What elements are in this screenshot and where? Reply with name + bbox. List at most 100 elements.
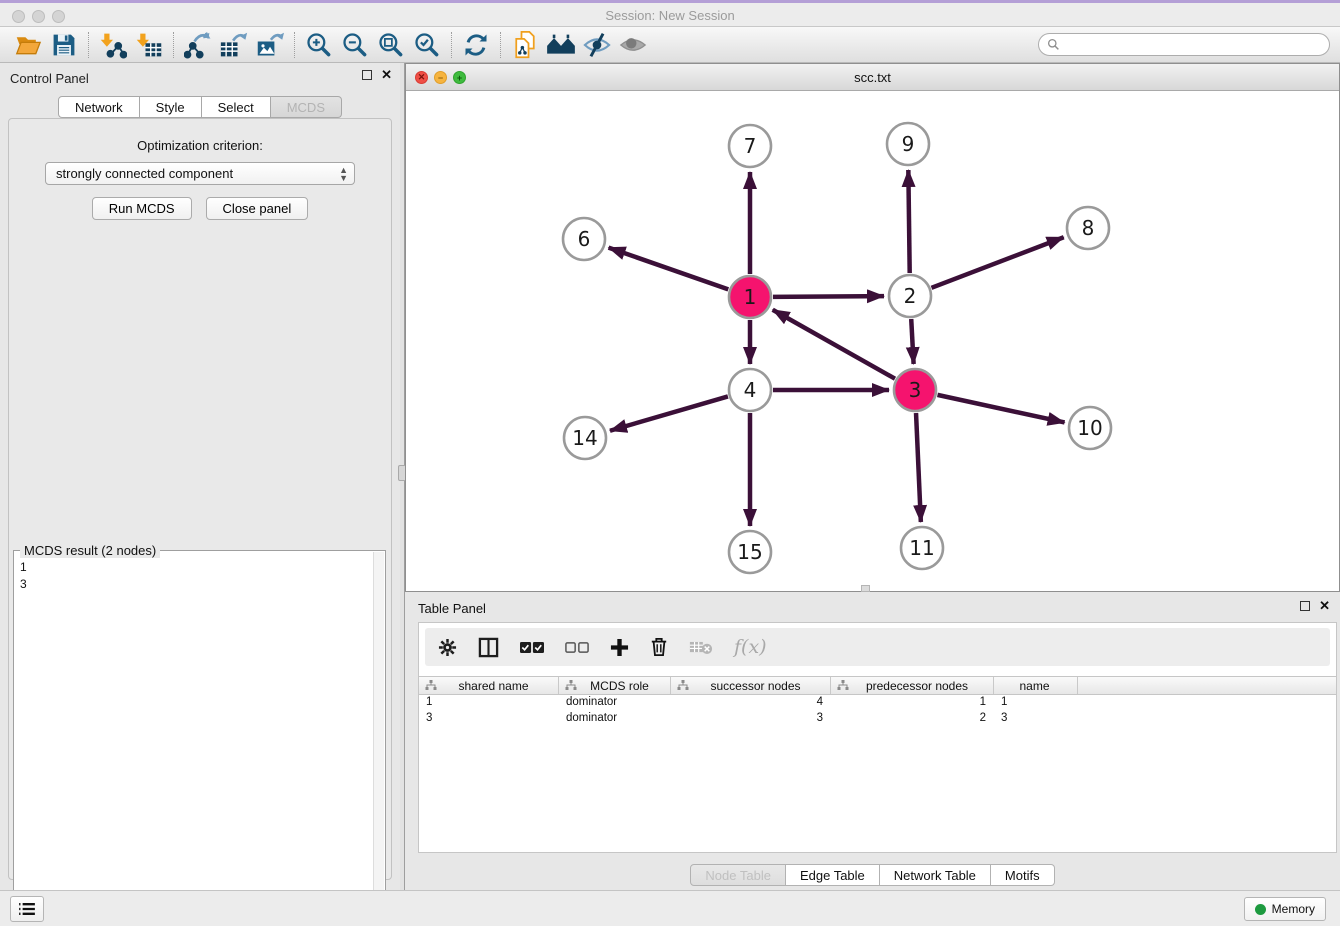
import-network-icon[interactable]: [95, 30, 131, 60]
float-panel-icon[interactable]: [362, 70, 372, 80]
hide-graphics-details-icon[interactable]: [579, 30, 615, 60]
table-options-icon[interactable]: [438, 638, 457, 657]
zoom-fit-icon[interactable]: [373, 30, 409, 60]
table-cell[interactable]: 1: [419, 695, 559, 711]
search-input[interactable]: [1064, 38, 1314, 52]
column-header-shared-name[interactable]: shared name: [419, 677, 559, 694]
network-view-window: ✕ − + scc.txt 7 9 6 8 1 2 4 3 14 10 15 11: [405, 63, 1340, 592]
status-bar: Memory: [0, 890, 1340, 926]
home-view-icon[interactable]: [543, 30, 579, 60]
graph-node-9[interactable]: 9: [887, 123, 929, 165]
table-cell[interactable]: 1: [994, 695, 1078, 711]
memory-button[interactable]: Memory: [1244, 897, 1326, 921]
graph-node-14[interactable]: 14: [564, 417, 606, 459]
tab-motifs[interactable]: Motifs: [991, 864, 1055, 886]
select-all-icon[interactable]: [520, 641, 544, 654]
criterion-dropdown[interactable]: strongly connected component ▲▼: [45, 162, 355, 185]
edge-1-2[interactable]: [773, 296, 884, 297]
window-titlebar: Session: New Session: [0, 0, 1340, 27]
search-icon: [1047, 38, 1060, 51]
edge-2-8[interactable]: [931, 237, 1063, 288]
export-image-icon[interactable]: [252, 30, 288, 60]
tab-network[interactable]: Network: [58, 96, 140, 118]
table-cell[interactable]: 3: [994, 711, 1078, 727]
graph-node-11[interactable]: 11: [901, 527, 943, 569]
graph-node-1[interactable]: 1: [729, 276, 771, 318]
svg-text:1: 1: [744, 285, 757, 309]
table-panel: Table Panel ✕: [405, 595, 1340, 890]
table-cell[interactable]: dominator: [559, 711, 671, 727]
search-box[interactable]: [1038, 33, 1330, 56]
clone-network-icon[interactable]: [507, 30, 543, 60]
result-scrollbar[interactable]: [373, 552, 384, 926]
show-graphics-details-icon[interactable]: [615, 30, 651, 60]
deselect-all-icon[interactable]: [565, 641, 589, 654]
network-window-title: scc.txt: [406, 70, 1339, 85]
graph-node-15[interactable]: 15: [729, 531, 771, 573]
edge-2-3[interactable]: [911, 319, 913, 364]
add-column-icon[interactable]: [610, 638, 629, 657]
edge-3-11[interactable]: [916, 413, 921, 522]
column-tree-icon: [425, 680, 437, 691]
network-window-titlebar[interactable]: ✕ − + scc.txt: [406, 64, 1339, 91]
zoom-in-icon[interactable]: [301, 30, 337, 60]
memory-status-icon: [1255, 904, 1266, 915]
import-table-icon[interactable]: [131, 30, 167, 60]
open-session-icon[interactable]: [10, 30, 46, 60]
svg-text:6: 6: [578, 227, 591, 251]
table-cell[interactable]: 1: [831, 695, 994, 711]
graph-node-6[interactable]: 6: [563, 218, 605, 260]
tab-network-table[interactable]: Network Table: [880, 864, 991, 886]
zoom-selected-icon[interactable]: [409, 30, 445, 60]
graph-node-2[interactable]: 2: [889, 275, 931, 317]
close-panel-icon[interactable]: ✕: [1319, 601, 1330, 611]
edge-3-10[interactable]: [937, 395, 1064, 423]
graph-node-8[interactable]: 8: [1067, 207, 1109, 249]
canvas-resize-grip[interactable]: [861, 585, 870, 592]
mcds-result-text[interactable]: 1 3: [14, 555, 373, 926]
run-mcds-button[interactable]: Run MCDS: [92, 197, 192, 220]
close-panel-icon[interactable]: ✕: [381, 70, 392, 80]
tab-select[interactable]: Select: [202, 96, 271, 118]
edge-3-1[interactable]: [773, 310, 895, 379]
column-header-MCDS-role[interactable]: MCDS role: [559, 677, 671, 694]
export-table-icon[interactable]: [216, 30, 252, 60]
tab-mcds[interactable]: MCDS: [271, 96, 342, 118]
refresh-view-icon[interactable]: [458, 30, 494, 60]
column-header-predecessor-nodes[interactable]: predecessor nodes: [831, 677, 994, 694]
table-row[interactable]: 3dominator323: [419, 711, 1336, 727]
table-cell[interactable]: 3: [671, 711, 831, 727]
table-cell[interactable]: dominator: [559, 695, 671, 711]
function-builder-icon[interactable]: f(x): [734, 636, 767, 658]
close-panel-button[interactable]: Close panel: [206, 197, 309, 220]
tab-style[interactable]: Style: [140, 96, 202, 118]
edge-1-6[interactable]: [609, 248, 729, 290]
task-history-button[interactable]: [10, 896, 44, 922]
table-row[interactable]: 1dominator411: [419, 695, 1336, 711]
float-panel-icon[interactable]: [1300, 601, 1310, 611]
save-session-icon[interactable]: [46, 30, 82, 60]
table-cell[interactable]: 4: [671, 695, 831, 711]
export-network-icon[interactable]: [180, 30, 216, 60]
zoom-out-icon[interactable]: [337, 30, 373, 60]
tab-node-table[interactable]: Node Table: [690, 864, 786, 886]
graph-node-7[interactable]: 7: [729, 125, 771, 167]
svg-text:7: 7: [744, 134, 757, 158]
graph-node-3[interactable]: 3: [894, 369, 936, 411]
delete-table-icon[interactable]: [689, 640, 713, 655]
network-graph[interactable]: 7 9 6 8 1 2 4 3 14 10 15 11: [406, 91, 1339, 591]
network-canvas[interactable]: 7 9 6 8 1 2 4 3 14 10 15 11: [406, 91, 1339, 591]
table-cell[interactable]: 2: [831, 711, 994, 727]
graph-node-4[interactable]: 4: [729, 369, 771, 411]
delete-column-icon[interactable]: [650, 637, 668, 657]
table-cell[interactable]: 3: [419, 711, 559, 727]
tab-edge-table[interactable]: Edge Table: [786, 864, 880, 886]
column-visibility-icon[interactable]: [478, 637, 499, 658]
edge-4-14[interactable]: [610, 396, 728, 430]
edge-2-9[interactable]: [908, 170, 909, 273]
window-title: Session: New Session: [0, 8, 1340, 23]
svg-text:10: 10: [1077, 416, 1102, 440]
column-header-successor-nodes[interactable]: successor nodes: [671, 677, 831, 694]
column-header-name[interactable]: name: [994, 677, 1078, 694]
graph-node-10[interactable]: 10: [1069, 407, 1111, 449]
